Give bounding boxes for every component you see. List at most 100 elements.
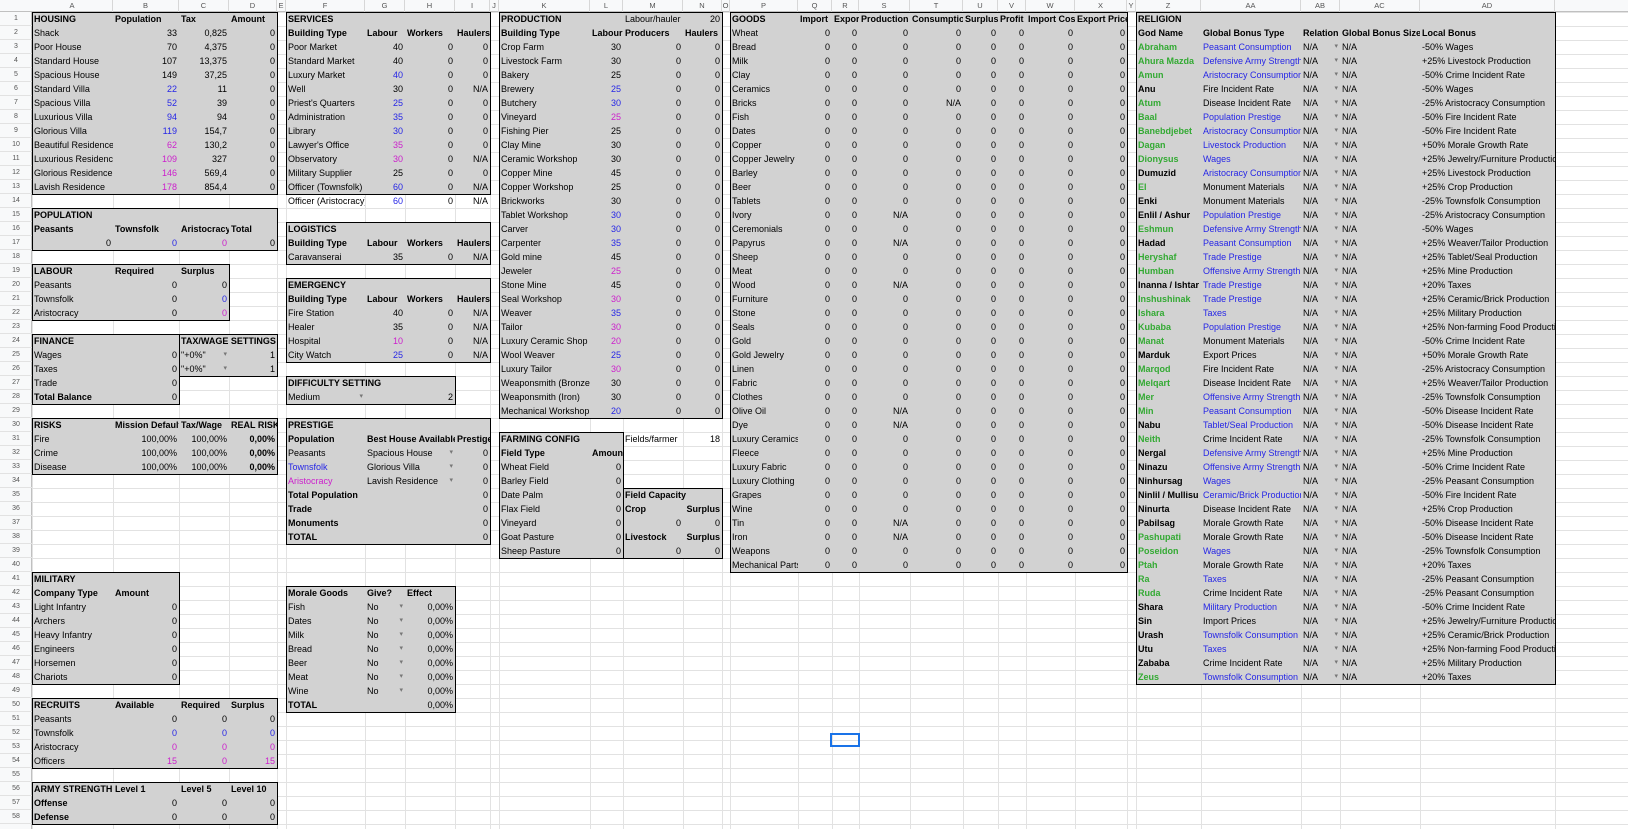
service-value[interactable]: 0: [405, 180, 455, 194]
row-header[interactable]: 50: [0, 698, 32, 712]
column-header-a[interactable]: A: [32, 0, 113, 12]
goods-value[interactable]: 0: [798, 138, 832, 152]
column-header-y[interactable]: Y: [1127, 0, 1136, 12]
best-house-dropdown[interactable]: Lavish Residence: [365, 474, 455, 488]
goods-value[interactable]: 0: [798, 404, 832, 418]
field-amount[interactable]: 0: [590, 544, 623, 558]
row-header[interactable]: 7: [0, 96, 32, 110]
goods-value[interactable]: 0: [832, 152, 859, 166]
relation-dropdown[interactable]: N/A: [1301, 264, 1340, 278]
goods-value[interactable]: 0: [798, 54, 832, 68]
relation-dropdown[interactable]: N/A: [1301, 222, 1340, 236]
relation-dropdown[interactable]: N/A: [1301, 418, 1340, 432]
column-header-w[interactable]: W: [1026, 0, 1075, 12]
relation-dropdown[interactable]: N/A: [1301, 474, 1340, 488]
goods-value[interactable]: 0: [798, 530, 832, 544]
relation-dropdown[interactable]: N/A: [1301, 362, 1340, 376]
relation-dropdown[interactable]: N/A: [1301, 334, 1340, 348]
goods-value[interactable]: 0: [798, 96, 832, 110]
goods-value[interactable]: 0: [832, 460, 859, 474]
goods-value[interactable]: 0: [832, 320, 859, 334]
column-header-g[interactable]: G: [365, 0, 405, 12]
military-amount[interactable]: 0: [113, 670, 179, 684]
goods-value[interactable]: 0: [832, 306, 859, 320]
give-dropdown[interactable]: No: [365, 670, 405, 684]
relation-dropdown[interactable]: N/A: [1301, 628, 1340, 642]
goods-value[interactable]: 0: [832, 166, 859, 180]
field-amount[interactable]: 0: [590, 530, 623, 544]
row-header[interactable]: 23: [0, 320, 32, 334]
production-value[interactable]: 0: [623, 236, 683, 250]
service-value[interactable]: 0: [405, 152, 455, 166]
goods-value[interactable]: 0: [832, 516, 859, 530]
production-value[interactable]: 0: [623, 376, 683, 390]
production-value[interactable]: 0: [623, 278, 683, 292]
column-header-s[interactable]: S: [859, 0, 910, 12]
goods-value[interactable]: 0: [798, 82, 832, 96]
goods-value[interactable]: 0: [832, 348, 859, 362]
goods-value[interactable]: 0: [798, 502, 832, 516]
taxwage-dropdown[interactable]: "+0%": [179, 348, 229, 362]
relation-dropdown[interactable]: N/A: [1301, 194, 1340, 208]
goods-value[interactable]: 0: [832, 180, 859, 194]
goods-value[interactable]: 0: [798, 152, 832, 166]
relation-dropdown[interactable]: N/A: [1301, 558, 1340, 572]
service-value[interactable]: 0: [405, 166, 455, 180]
goods-value[interactable]: 0: [832, 292, 859, 306]
relation-dropdown[interactable]: N/A: [1301, 320, 1340, 334]
labour-hauler-value[interactable]: 20: [683, 12, 722, 26]
goods-value[interactable]: 0: [798, 292, 832, 306]
column-header-k[interactable]: K: [499, 0, 590, 12]
goods-value[interactable]: 0: [832, 474, 859, 488]
goods-value[interactable]: 0: [832, 68, 859, 82]
row-header[interactable]: 25: [0, 348, 32, 362]
give-dropdown[interactable]: No: [365, 642, 405, 656]
production-value[interactable]: 0: [623, 306, 683, 320]
relation-dropdown[interactable]: N/A: [1301, 250, 1340, 264]
production-value[interactable]: 0: [623, 40, 683, 54]
row-header[interactable]: 15: [0, 208, 32, 222]
goods-value[interactable]: 0: [832, 124, 859, 138]
relation-dropdown[interactable]: N/A: [1301, 600, 1340, 614]
relation-dropdown[interactable]: N/A: [1301, 96, 1340, 110]
housing-value[interactable]: 0: [229, 96, 277, 110]
row-header[interactable]: 52: [0, 726, 32, 740]
emergency-value[interactable]: 0: [405, 334, 455, 348]
relation-dropdown[interactable]: N/A: [1301, 460, 1340, 474]
goods-value[interactable]: 0: [798, 362, 832, 376]
relation-dropdown[interactable]: N/A: [1301, 404, 1340, 418]
relation-dropdown[interactable]: N/A: [1301, 236, 1340, 250]
goods-value[interactable]: 0: [798, 516, 832, 530]
goods-value[interactable]: 0: [798, 222, 832, 236]
housing-value[interactable]: 0: [229, 110, 277, 124]
goods-value[interactable]: 0: [832, 110, 859, 124]
field-amount[interactable]: 0: [590, 516, 623, 530]
goods-value[interactable]: 0: [832, 40, 859, 54]
relation-dropdown[interactable]: N/A: [1301, 54, 1340, 68]
row-header[interactable]: 48: [0, 670, 32, 684]
row-header[interactable]: 12: [0, 166, 32, 180]
column-header-d[interactable]: D: [229, 0, 277, 12]
row-header[interactable]: 2: [0, 26, 32, 40]
field-amount[interactable]: 0: [590, 488, 623, 502]
give-dropdown[interactable]: No: [365, 600, 405, 614]
production-value[interactable]: 0: [623, 194, 683, 208]
column-header-q[interactable]: Q: [798, 0, 832, 12]
housing-value[interactable]: 0: [229, 152, 277, 166]
goods-value[interactable]: 0: [832, 390, 859, 404]
row-header[interactable]: 33: [0, 460, 32, 474]
goods-value[interactable]: 0: [832, 208, 859, 222]
row-header[interactable]: 55: [0, 768, 32, 782]
row-header[interactable]: 29: [0, 404, 32, 418]
service-value[interactable]: 0: [405, 124, 455, 138]
housing-value[interactable]: 0: [229, 124, 277, 138]
relation-dropdown[interactable]: N/A: [1301, 82, 1340, 96]
relation-dropdown[interactable]: N/A: [1301, 544, 1340, 558]
production-value[interactable]: 0: [623, 292, 683, 306]
production-value[interactable]: 0: [623, 68, 683, 82]
goods-value[interactable]: 0: [832, 82, 859, 96]
production-value[interactable]: 0: [623, 320, 683, 334]
service-value[interactable]: 0: [405, 138, 455, 152]
housing-value[interactable]: 0: [229, 68, 277, 82]
taxwage-dropdown[interactable]: "+0%": [179, 362, 229, 376]
